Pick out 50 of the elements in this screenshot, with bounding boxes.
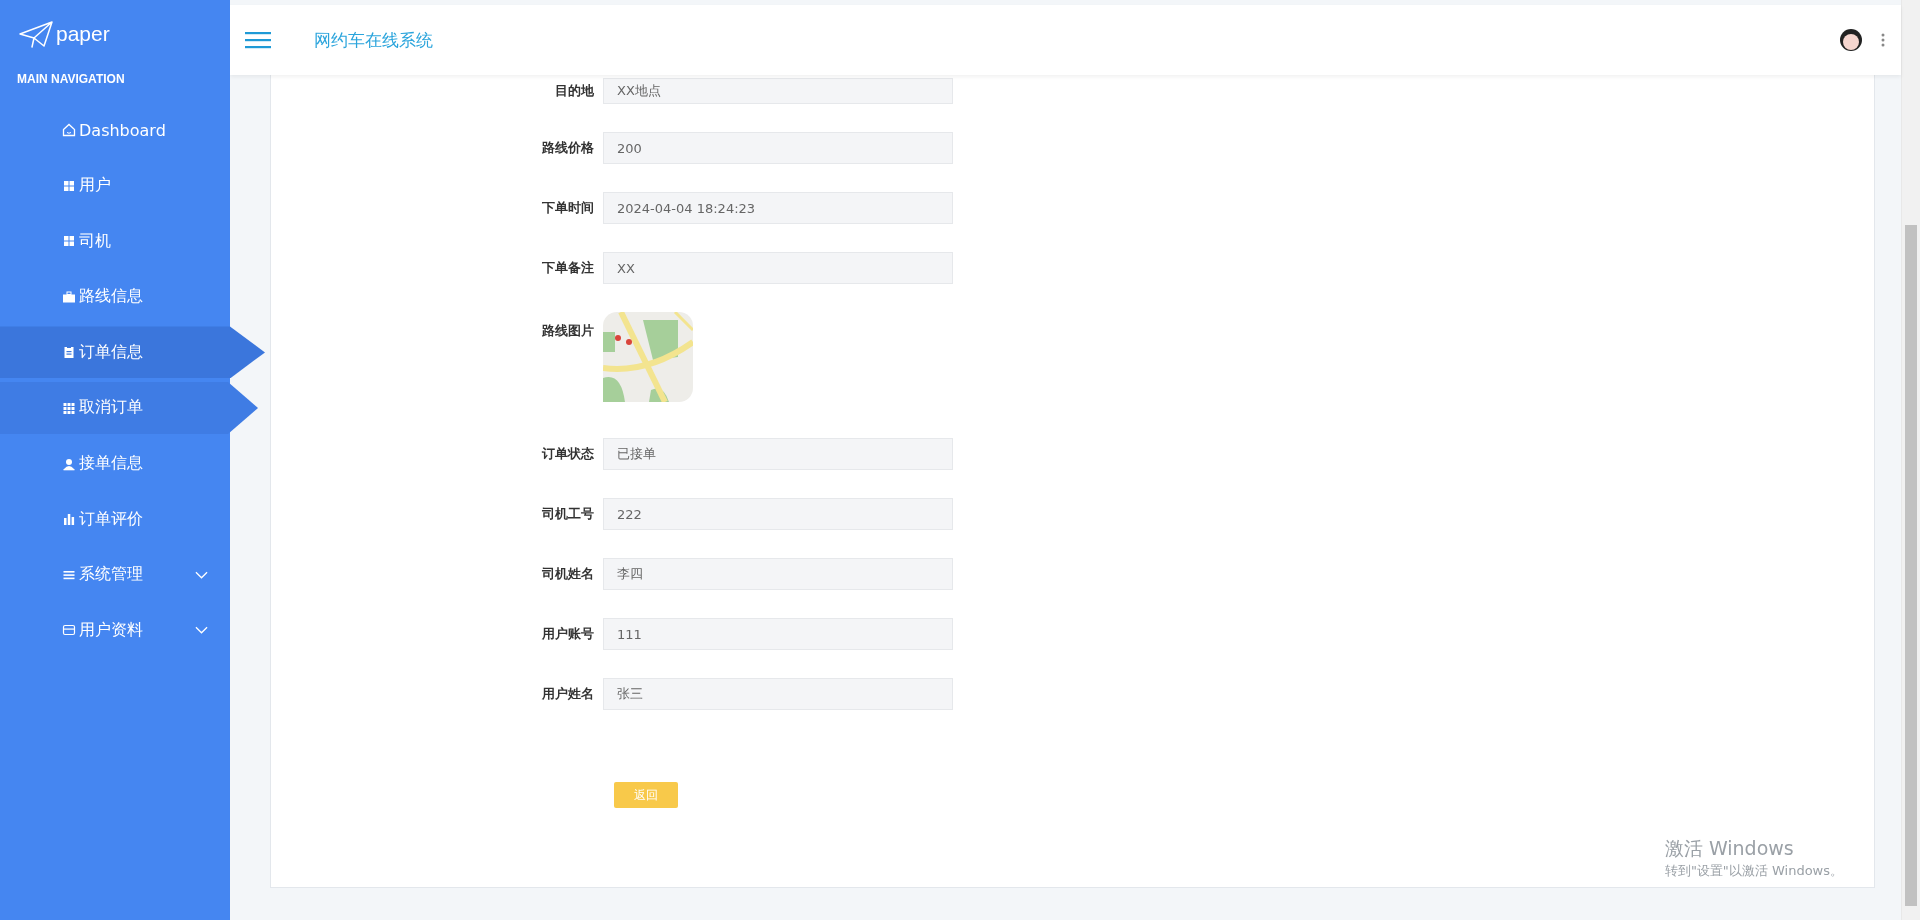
nav-item[interactable]: 订单评价 <box>0 493 230 546</box>
nav-item[interactable]: 接单信息 <box>0 437 230 490</box>
field-label: 用户账号 <box>541 625 595 643</box>
field-label: 下单时间 <box>541 199 595 217</box>
clipboard-icon <box>62 345 76 360</box>
grid-icon <box>62 178 76 193</box>
nav-item[interactable]: 司机 <box>0 215 230 268</box>
user-icon <box>62 456 76 471</box>
input-field[interactable]: XX <box>603 252 953 284</box>
field-label: 下单备注 <box>541 259 595 277</box>
nav-item[interactable]: 取消订单 <box>0 381 258 434</box>
avatar-icon[interactable] <box>1839 28 1863 52</box>
nav-item[interactable]: 订单信息 <box>0 326 265 379</box>
menu-button[interactable] <box>245 31 271 49</box>
card-icon <box>62 623 76 638</box>
nav-item[interactable]: 系统管理 <box>0 548 230 601</box>
activation-title: 激活 Windows <box>1664 836 1795 861</box>
app-title: 网约车在线系统 <box>314 28 433 52</box>
chevron-icon <box>195 570 208 579</box>
input-field[interactable]: 已接单 <box>603 438 953 470</box>
field-label: 用户姓名 <box>541 685 595 703</box>
input-field[interactable]: 张三 <box>603 678 953 710</box>
activation-hint: 转到"设置"以激活 Windows。 <box>1664 862 1843 880</box>
input-field[interactable]: XX地点 <box>603 78 953 104</box>
field-label: 路线图片 <box>541 322 595 340</box>
nav-item[interactable]: 用户资料 <box>0 604 230 657</box>
home-icon <box>62 123 76 137</box>
more-icon[interactable] <box>1881 33 1885 47</box>
nav-item[interactable]: 路线信息 <box>0 270 230 323</box>
field-label: 司机工号 <box>541 505 595 523</box>
input-field[interactable]: 李四 <box>603 558 953 590</box>
section-title: MAIN NAVIGATION <box>16 71 126 88</box>
paper-plane-icon <box>18 20 54 48</box>
field-label: 路线价格 <box>541 139 595 157</box>
nav-item[interactable]: Dashboard <box>0 104 230 156</box>
field-label: 目的地 <box>554 82 595 100</box>
grid-icon <box>62 400 76 415</box>
logo-text: paper <box>56 22 110 46</box>
input-field[interactable]: 222 <box>603 498 953 530</box>
field-label: 司机姓名 <box>541 565 595 583</box>
grid-icon <box>62 234 76 249</box>
input-field[interactable]: 2024-04-04 18:24:23 <box>603 192 953 224</box>
nav-item[interactable]: 用户 <box>0 159 230 212</box>
input-field[interactable]: 200 <box>603 132 953 164</box>
briefcase-icon <box>62 289 76 304</box>
field-label: 订单状态 <box>541 445 595 463</box>
chevron-icon <box>195 626 208 635</box>
menu-icon <box>245 31 271 49</box>
input-field[interactable]: 111 <box>603 618 953 650</box>
bar-chart-icon <box>62 512 76 527</box>
